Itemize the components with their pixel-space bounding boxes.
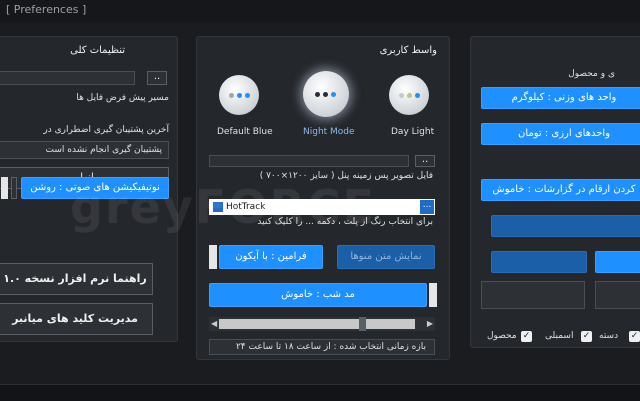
night-mode-toggle[interactable]: مد شب : خاموش [209, 283, 427, 307]
time-range-field: بازه زمانی انتخاب شده : از ساعت ۱۸ تا سا… [209, 339, 435, 355]
bg-image-browse-button[interactable]: .. [415, 155, 435, 167]
slider-thumb[interactable] [359, 317, 366, 331]
checkbox-label-assembly: اسمبلی [545, 331, 574, 341]
color-picker-button[interactable]: ... [420, 200, 434, 214]
rounding-toggle[interactable]: کردن ارقام در گزارشات : خاموش [481, 179, 640, 201]
window-title: [ Preferences ] [6, 3, 87, 16]
watermark: greyFORCE [70, 180, 376, 234]
currency-units-button[interactable]: واحدهای ارزی : تومان [481, 123, 640, 145]
night-mode-toggle-handle[interactable] [429, 283, 437, 307]
numeric-field-2[interactable] [595, 281, 640, 309]
theme-default-blue-label: Default Blue [217, 127, 273, 137]
disabled-option-1 [491, 215, 640, 237]
theme-default-blue-swatch[interactable] [219, 75, 259, 115]
slider-range-fill [219, 319, 415, 329]
sound-toggle-handle[interactable] [1, 177, 8, 199]
shortcuts-button[interactable]: مدیریت کلید های میانبر [0, 303, 153, 335]
panel-title: واسط کاربری [379, 45, 437, 56]
title-bar: [ Preferences ] [0, 0, 640, 23]
left-action-handle[interactable] [209, 245, 217, 269]
disabled-option-2 [491, 251, 587, 273]
bg-image-field[interactable] [209, 155, 409, 167]
panel-subtitle: ی و محصول [568, 69, 615, 79]
menu-text-button[interactable]: نمایش متن منوها [337, 245, 435, 269]
path-label: مسیر پیش فرض فایل ها [76, 93, 169, 103]
product-settings-panel: ی و محصول واحد های وزنی : کیلوگرم واحدها… [470, 36, 640, 348]
time-range-slider[interactable]: ◀ ▶ [209, 317, 435, 331]
panel-title: تنظیمات کلی [70, 45, 125, 56]
backup-title: آخرین پشتیبان گیری اضطراری در [43, 125, 169, 135]
backup-field: پشتیبان گیری انجام نشده است [0, 141, 169, 159]
checkbox-label-category: دسته [599, 331, 619, 341]
checkbox-assembly[interactable]: ✓ [581, 331, 592, 342]
sound-toggle-knob[interactable] [11, 177, 17, 199]
theme-night-mode-swatch[interactable] [303, 71, 349, 117]
slider-left-arrow[interactable]: ◀ [211, 319, 217, 328]
weight-units-button[interactable]: واحد های وزنی : کیلوگرم [481, 87, 640, 109]
option-button[interactable] [595, 251, 640, 273]
theme-day-light-label: Day Light [391, 127, 435, 137]
bottom-bar [0, 384, 640, 401]
path-field[interactable] [0, 71, 135, 85]
numeric-field-1[interactable] [481, 281, 585, 309]
checkbox-label-product: محصول [487, 331, 517, 341]
slider-right-arrow[interactable]: ▶ [427, 319, 433, 328]
browse-button[interactable]: .. [147, 71, 167, 85]
icon-commands-button[interactable]: فرامین : با آیکون [219, 245, 323, 269]
theme-night-mode-label: Night Mode [303, 127, 355, 137]
help-button[interactable]: راهنما نرم افزار نسخه ۱.۰ [0, 263, 153, 295]
checkbox-category[interactable]: ✓ [629, 331, 640, 342]
checkbox-product[interactable]: ✓ [521, 331, 532, 342]
backup-value: پشتیبان گیری انجام نشده است [45, 145, 162, 155]
time-range-label: بازه زمانی انتخاب شده : از ساعت ۱۸ تا سا… [235, 342, 426, 352]
theme-day-light-swatch[interactable] [389, 75, 429, 115]
